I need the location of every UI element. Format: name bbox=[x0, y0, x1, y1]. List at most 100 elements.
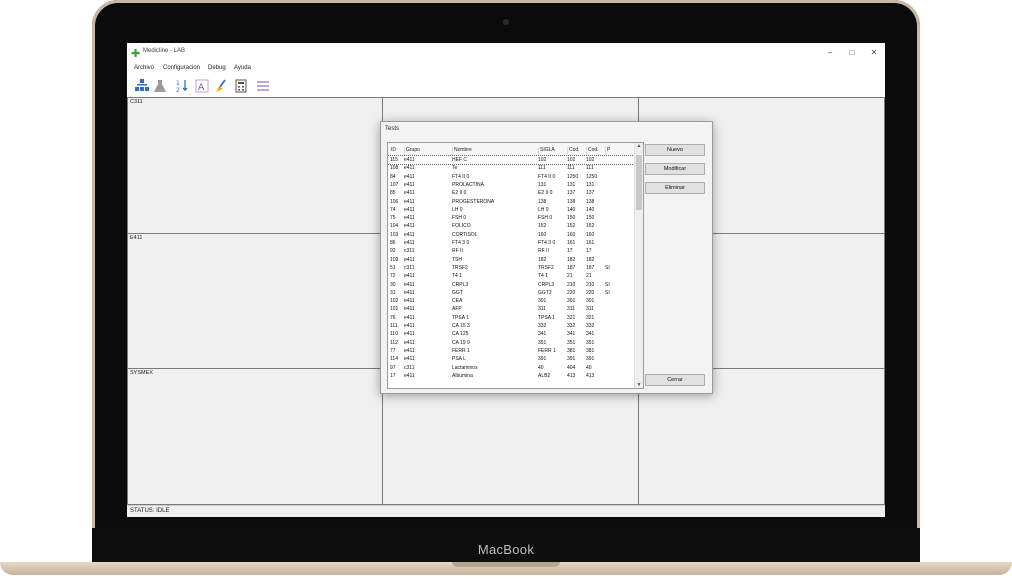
table-row[interactable]: 30 e411 CRPL3 CRPL3 210 210 SI bbox=[388, 281, 634, 289]
cell-sigla: FT4 3 0 bbox=[538, 240, 556, 246]
table-row[interactable]: 97 c311 Lactaminos 40 404 40 bbox=[388, 364, 634, 372]
cell-nombre: HEF C bbox=[452, 157, 467, 163]
cell-cod1: 311 bbox=[567, 306, 575, 313]
table-row[interactable]: 76 e411 TPSA 1 TPSA 1 321 321 bbox=[388, 314, 634, 322]
pane-sysmex[interactable]: SYSMEX bbox=[127, 368, 383, 505]
table-row[interactable]: 84 e411 FT4 II 0 FT4 II 0 1250 1250 bbox=[388, 173, 634, 181]
network-icon[interactable] bbox=[133, 77, 150, 94]
scroll-up-icon[interactable]: ▲ bbox=[635, 143, 643, 149]
cell-grupo: e411 bbox=[404, 231, 415, 238]
table-row[interactable]: 106 e411 PROGESTERONA 138 138 138 bbox=[388, 198, 634, 206]
sort-icon[interactable]: 12 bbox=[174, 77, 191, 94]
pane-e411[interactable]: E411 bbox=[127, 233, 383, 369]
col-header-id[interactable]: ID bbox=[390, 147, 396, 155]
cell-cod2: 40 bbox=[586, 364, 592, 371]
table-row[interactable]: 51 c311 TRSF2 TRSF2 187 187 SI bbox=[388, 264, 634, 272]
table-row[interactable]: 72 e411 T4 1 T4 1 21 21 bbox=[388, 272, 634, 280]
cell-sigla: FERR 1 bbox=[538, 347, 556, 354]
table-row[interactable]: 111 e411 CA 15 3 332 332 332 bbox=[388, 322, 634, 330]
cell-cod2: 187 bbox=[586, 264, 595, 271]
cell-cod2: 17 bbox=[586, 248, 592, 255]
cell-sigla: 341 bbox=[538, 331, 547, 338]
col-header-p[interactable]: P bbox=[605, 147, 610, 155]
calculator-icon[interactable] bbox=[232, 77, 249, 94]
cell-sigla: 152 bbox=[538, 223, 547, 230]
cell-cod1: 332 bbox=[567, 323, 576, 329]
col-header-cod2[interactable]: Cod. bbox=[586, 147, 599, 155]
col-header-sigla[interactable]: SIGLA bbox=[538, 147, 555, 155]
cell-cod1: 17 bbox=[567, 248, 573, 255]
cell-nombre: TRSF2 bbox=[452, 264, 468, 271]
cell-grupo: c311 bbox=[404, 248, 415, 255]
list-icon[interactable] bbox=[254, 77, 271, 94]
table-row[interactable]: 102 e411 CEA 301 301 301 bbox=[388, 297, 634, 305]
scroll-thumb[interactable] bbox=[636, 155, 642, 210]
table-row[interactable]: 110 e411 CA 125 341 341 341 bbox=[388, 330, 634, 338]
cell-cod2: 131 bbox=[586, 181, 595, 188]
cell-nombre: Albumina bbox=[452, 372, 473, 379]
table-row[interactable]: 31 e411 GGT GGT2 220 220 SI bbox=[388, 289, 634, 297]
minimize-button[interactable]: – bbox=[819, 46, 841, 59]
table-row[interactable]: 101 e411 AFP 311 311 311 bbox=[388, 305, 634, 313]
menu-ayuda[interactable]: Ayuda bbox=[234, 65, 251, 71]
font-icon[interactable]: A bbox=[193, 77, 210, 94]
cell-cod2: 341 bbox=[586, 331, 595, 338]
modificar-button[interactable]: Modificar bbox=[645, 163, 705, 175]
cell-cod2: 210 bbox=[586, 281, 595, 288]
cell-nombre: CA 125 bbox=[452, 331, 469, 338]
table-row[interactable]: 108 e411 Te 111 111 111 bbox=[388, 164, 634, 172]
table-row[interactable]: 114 e411 PSA L 391 391 391 bbox=[388, 355, 634, 363]
table-row[interactable]: 17 e411 Albumina ALB2 413 413 bbox=[388, 372, 634, 380]
cell-p: SI bbox=[605, 264, 610, 271]
cell-grupo: e411 bbox=[404, 372, 415, 379]
cell-cod1: 102 bbox=[567, 157, 576, 163]
cell-id: 51 bbox=[390, 264, 396, 271]
cell-nombre: FOLICO bbox=[452, 223, 471, 230]
cell-sigla: TRSF2 bbox=[538, 264, 554, 271]
menu-debug[interactable]: Debug bbox=[208, 65, 226, 71]
col-header-cod1[interactable]: Cod. bbox=[567, 147, 580, 155]
col-header-grupo[interactable]: Grupo bbox=[404, 147, 420, 155]
menu-archivo[interactable]: Archivo bbox=[134, 65, 154, 71]
table-row[interactable]: 86 e411 FT4 3 0 FT4 3 0 161 161 bbox=[388, 239, 634, 247]
table-row[interactable]: 77 e411 FERR 1 FERR 1 381 381 bbox=[388, 347, 634, 355]
tests-grid[interactable]: ID Grupo Nombre SIGLA Cod. Cod. P 115 e41… bbox=[387, 142, 644, 389]
flask-icon[interactable] bbox=[151, 77, 168, 94]
table-row[interactable]: 74 e411 LH 0 LH 0 140 140 bbox=[388, 206, 634, 214]
table-row[interactable]: 85 e411 E2 II 0 E2 II 0 137 137 bbox=[388, 189, 634, 197]
cell-nombre: Te bbox=[452, 165, 458, 172]
table-row[interactable]: 92 c311 RF II RF II 17 17 bbox=[388, 247, 634, 255]
table-row[interactable]: 103 e411 CORTISOL 160 160 160 bbox=[388, 231, 634, 239]
cell-id: 86 bbox=[390, 240, 396, 246]
cell-cod2: 160 bbox=[586, 231, 595, 238]
cell-sigla: 301 bbox=[538, 298, 547, 305]
cell-sigla: 332 bbox=[538, 323, 547, 329]
broom-icon[interactable] bbox=[212, 77, 229, 94]
cell-grupo: e411 bbox=[404, 198, 415, 205]
maximize-button[interactable]: □ bbox=[841, 46, 863, 59]
close-button[interactable]: ✕ bbox=[863, 46, 885, 59]
cell-grupo: e411 bbox=[404, 331, 415, 338]
menu-configuracion[interactable]: Configuracion bbox=[163, 65, 200, 71]
table-row[interactable]: 104 e411 FOLICO 152 152 152 bbox=[388, 222, 634, 230]
table-row[interactable]: 107 e411 PROLACTINA 131 131 131 bbox=[388, 181, 634, 189]
cerrar-button[interactable]: Cerrar bbox=[645, 374, 705, 386]
cell-id: 85 bbox=[390, 190, 396, 197]
table-row[interactable]: 75 e411 FSH 0 FSH 0 150 150 bbox=[388, 214, 634, 222]
grid-scrollbar[interactable]: ▲ ▼ bbox=[634, 143, 643, 388]
col-header-nombre[interactable]: Nombre bbox=[452, 147, 472, 155]
pane-c311[interactable]: C311 bbox=[127, 97, 383, 234]
cell-grupo: c311 bbox=[404, 264, 415, 271]
cell-id: 30 bbox=[390, 281, 396, 288]
table-row[interactable]: 109 e411 TSH 182 182 182 bbox=[388, 256, 634, 264]
nuevo-button[interactable]: Nuevo bbox=[645, 144, 705, 156]
cell-cod2: 138 bbox=[586, 198, 595, 205]
cell-cod1: 137 bbox=[567, 190, 576, 197]
cell-grupo: e411 bbox=[404, 181, 415, 188]
table-row[interactable]: 112 e411 CA 19 9 351 351 351 bbox=[388, 339, 634, 347]
scroll-down-icon[interactable]: ▼ bbox=[635, 382, 643, 388]
grid-header: ID Grupo Nombre SIGLA Cod. Cod. P bbox=[388, 143, 634, 157]
cell-sigla: 131 bbox=[538, 181, 547, 188]
eliminar-button[interactable]: Eliminar bbox=[645, 182, 705, 194]
table-row[interactable]: 115 e411 HEF C 102 102 102 bbox=[388, 154, 635, 166]
